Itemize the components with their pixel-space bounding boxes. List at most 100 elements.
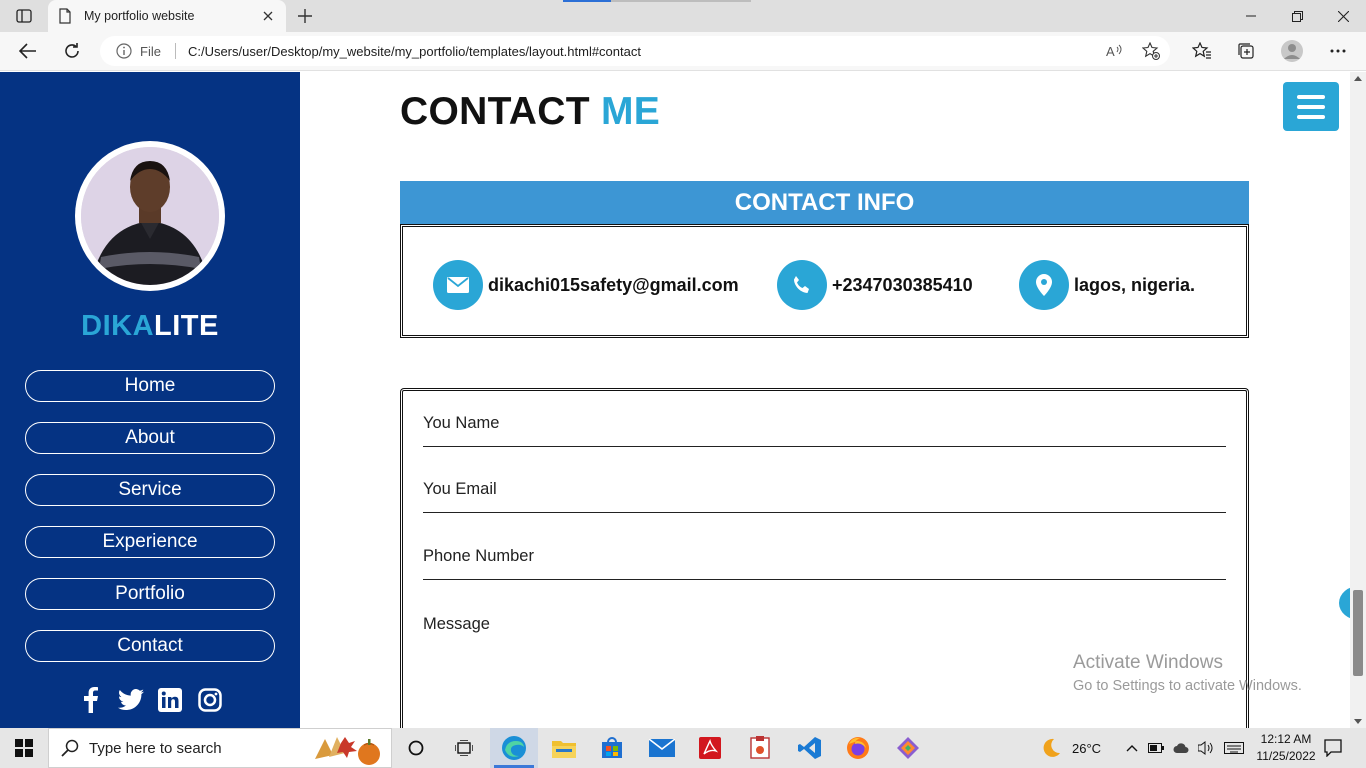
system-clock[interactable]: 12:12 AM 11/25/2022 bbox=[1246, 731, 1326, 765]
favorites-icon[interactable] bbox=[1186, 36, 1218, 66]
tab-actions-icon[interactable] bbox=[8, 5, 40, 27]
search-icon bbox=[61, 739, 79, 757]
section-title: CONTACT ME bbox=[400, 90, 660, 134]
collections-icon[interactable] bbox=[1230, 36, 1262, 66]
cortana-icon[interactable] bbox=[392, 728, 440, 768]
contact-email-item[interactable]: dikachi015safety@gmail.com bbox=[433, 260, 739, 310]
loading-track bbox=[611, 0, 751, 2]
new-tab-icon[interactable] bbox=[292, 5, 318, 27]
phone-field[interactable]: Phone Number bbox=[423, 547, 1226, 580]
read-aloud-icon[interactable]: A bbox=[1106, 42, 1124, 60]
edge-browser-icon[interactable] bbox=[490, 728, 538, 768]
git-gui-icon[interactable] bbox=[884, 728, 932, 768]
brand-logo[interactable]: DIKALITE bbox=[0, 310, 300, 343]
name-field-label: You Name bbox=[423, 414, 500, 432]
chevron-up-icon[interactable] bbox=[1126, 744, 1138, 752]
instagram-icon[interactable] bbox=[197, 687, 223, 713]
close-window-icon[interactable] bbox=[1320, 0, 1366, 32]
facebook-icon[interactable] bbox=[78, 687, 104, 713]
linkedin-icon[interactable] bbox=[157, 687, 183, 713]
browser-tab[interactable]: My portfolio website bbox=[48, 0, 286, 32]
url-separator bbox=[174, 43, 176, 59]
nav-portfolio-button[interactable]: Portfolio bbox=[25, 578, 275, 610]
sidebar-nav: Home About Service Experience Portfolio … bbox=[25, 370, 275, 682]
nav-experience-button[interactable]: Experience bbox=[25, 526, 275, 558]
minimize-icon[interactable] bbox=[1228, 0, 1274, 32]
vscode-icon[interactable] bbox=[786, 728, 834, 768]
address-bar[interactable]: File C:/Users/user/Desktop/my_website/my… bbox=[100, 36, 1170, 66]
contact-location-item[interactable]: lagos, nigeria. bbox=[1019, 260, 1195, 310]
search-placeholder: Type here to search bbox=[89, 739, 222, 757]
windows-start-icon[interactable] bbox=[0, 728, 48, 768]
task-view-icon[interactable] bbox=[440, 728, 488, 768]
name-field[interactable]: You Name bbox=[423, 414, 1226, 447]
watermark-title: Activate Windows bbox=[1073, 652, 1223, 673]
windows-taskbar: Type here to search 26°C 12:12 AM 11/25/… bbox=[0, 728, 1366, 768]
clock-date: 11/25/2022 bbox=[1256, 749, 1316, 763]
envelope-icon bbox=[433, 260, 483, 310]
url-text[interactable]: C:/Users/user/Desktop/my_website/my_port… bbox=[188, 44, 641, 59]
scroll-up-icon[interactable] bbox=[1354, 76, 1362, 81]
nav-home-button[interactable]: Home bbox=[25, 370, 275, 402]
contact-email: dikachi015safety@gmail.com bbox=[488, 274, 739, 295]
watermark-subtitle: Go to Settings to activate Windows. bbox=[1073, 678, 1302, 694]
weather-widget[interactable]: 26°C bbox=[1040, 728, 1101, 768]
twitter-icon[interactable] bbox=[117, 687, 144, 713]
clock-time: 12:12 AM bbox=[1260, 732, 1312, 746]
brand-part-2: LITE bbox=[154, 310, 219, 342]
restore-icon[interactable] bbox=[1274, 0, 1320, 32]
contact-location: lagos, nigeria. bbox=[1074, 274, 1196, 295]
cloud-icon[interactable] bbox=[1173, 742, 1189, 754]
browser-toolbar: File C:/Users/user/Desktop/my_website/my… bbox=[0, 32, 1366, 71]
close-tab-icon[interactable] bbox=[260, 8, 276, 24]
battery-icon[interactable] bbox=[1148, 743, 1164, 753]
volume-icon[interactable] bbox=[1198, 741, 1214, 755]
browser-tab-strip: My portfolio website bbox=[0, 0, 1366, 32]
microsoft-store-icon[interactable] bbox=[588, 728, 636, 768]
map-pin-icon bbox=[1019, 260, 1069, 310]
taskbar-search-box[interactable]: Type here to search bbox=[48, 728, 392, 768]
activation-watermark: Activate Windows Go to Settings to activ… bbox=[1073, 652, 1302, 694]
url-scheme: File bbox=[140, 43, 161, 59]
tab-title: My portfolio website bbox=[84, 9, 195, 23]
back-arrow-icon[interactable] bbox=[12, 36, 44, 66]
mail-icon[interactable] bbox=[638, 728, 686, 768]
svg-text:A: A bbox=[1106, 44, 1115, 59]
info-icon[interactable] bbox=[116, 43, 132, 59]
phone-field-label: Phone Number bbox=[423, 547, 534, 565]
notifications-icon[interactable] bbox=[1324, 728, 1342, 768]
app-installer-icon[interactable] bbox=[736, 728, 784, 768]
moon-icon bbox=[1043, 738, 1060, 757]
contact-info-box: dikachi015safety@gmail.com +234703038541… bbox=[400, 224, 1249, 338]
scroll-down-icon[interactable] bbox=[1354, 719, 1362, 724]
contact-phone-item[interactable]: +2347030385410 bbox=[777, 260, 973, 310]
web-page: DIKALITE Home About Service Experience P… bbox=[0, 72, 1366, 728]
email-field-label: You Email bbox=[423, 480, 497, 498]
more-options-icon[interactable] bbox=[1322, 36, 1354, 66]
phone-icon bbox=[777, 260, 827, 310]
document-icon bbox=[59, 8, 71, 24]
firefox-icon[interactable] bbox=[834, 728, 882, 768]
nav-service-button[interactable]: Service bbox=[25, 474, 275, 506]
refresh-icon[interactable] bbox=[56, 36, 88, 66]
title-part-2: ME bbox=[601, 90, 661, 133]
message-field[interactable]: Message bbox=[423, 615, 490, 634]
nav-contact-button[interactable]: Contact bbox=[25, 630, 275, 662]
email-field[interactable]: You Email bbox=[423, 480, 1226, 513]
profile-photo bbox=[81, 147, 219, 285]
brand-part-1: DIKA bbox=[81, 310, 155, 342]
hamburger-menu-icon[interactable] bbox=[1283, 82, 1339, 131]
sidebar: DIKALITE Home About Service Experience P… bbox=[0, 72, 300, 728]
contact-phone: +2347030385410 bbox=[832, 274, 973, 295]
acrobat-reader-icon[interactable] bbox=[686, 728, 734, 768]
avatar bbox=[75, 141, 225, 291]
add-favorite-icon[interactable] bbox=[1142, 42, 1160, 60]
profile-avatar-icon[interactable] bbox=[1276, 36, 1308, 66]
scrollbar-thumb[interactable] bbox=[1353, 590, 1363, 676]
page-scrollbar[interactable] bbox=[1350, 72, 1366, 728]
keyboard-icon[interactable] bbox=[1224, 742, 1244, 754]
temperature: 26°C bbox=[1072, 740, 1102, 756]
file-explorer-icon[interactable] bbox=[540, 728, 588, 768]
nav-about-button[interactable]: About bbox=[25, 422, 275, 454]
title-part-1: CONTACT bbox=[400, 90, 590, 133]
